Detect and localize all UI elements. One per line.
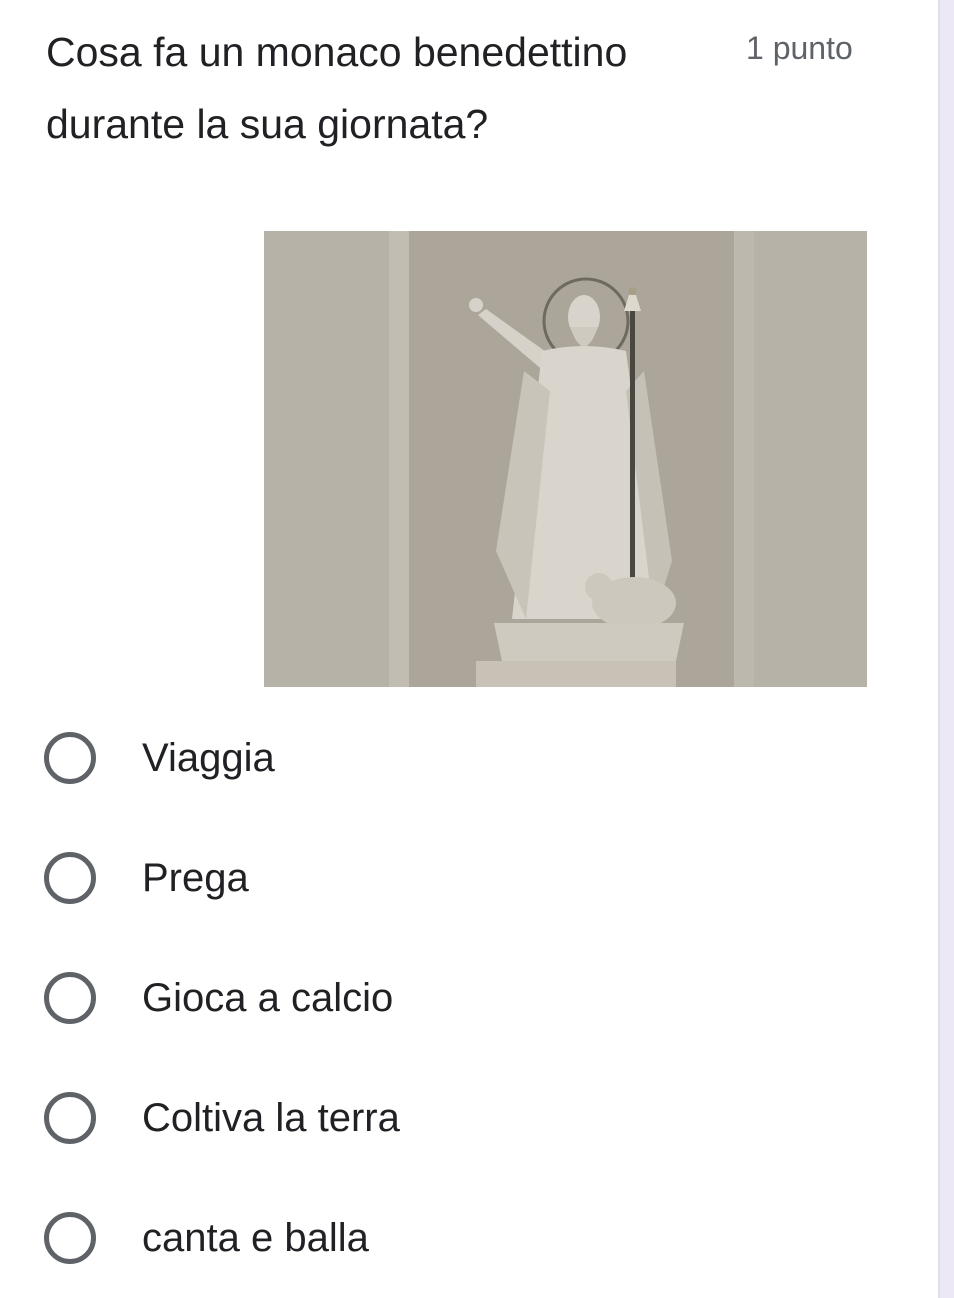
radio-button[interactable] bbox=[44, 1092, 96, 1144]
option-coltiva-la-terra[interactable]: Coltiva la terra bbox=[44, 1068, 844, 1168]
option-label: canta e balla bbox=[142, 1215, 369, 1260]
option-label: Viaggia bbox=[142, 735, 275, 780]
option-prega[interactable]: Prega bbox=[44, 828, 844, 928]
option-canta-e-balla[interactable]: canta e balla bbox=[44, 1188, 844, 1288]
option-label: Coltiva la terra bbox=[142, 1095, 400, 1140]
radio-button[interactable] bbox=[44, 852, 96, 904]
question-image bbox=[264, 231, 867, 687]
option-viaggia[interactable]: Viaggia bbox=[44, 708, 844, 808]
radio-button[interactable] bbox=[44, 972, 96, 1024]
question-title: Cosa fa un monaco benedettino durante la… bbox=[46, 29, 628, 147]
radio-button[interactable] bbox=[44, 1212, 96, 1264]
page-side-border bbox=[938, 0, 954, 1298]
option-label: Prega bbox=[142, 855, 249, 900]
radio-button[interactable] bbox=[44, 732, 96, 784]
points-label: 1 punto bbox=[746, 30, 853, 66]
question-card: Cosa fa un monaco benedettino durante la… bbox=[0, 0, 936, 1298]
option-label: Gioca a calcio bbox=[142, 975, 394, 1020]
option-gioca-a-calcio[interactable]: Gioca a calcio bbox=[44, 948, 844, 1048]
